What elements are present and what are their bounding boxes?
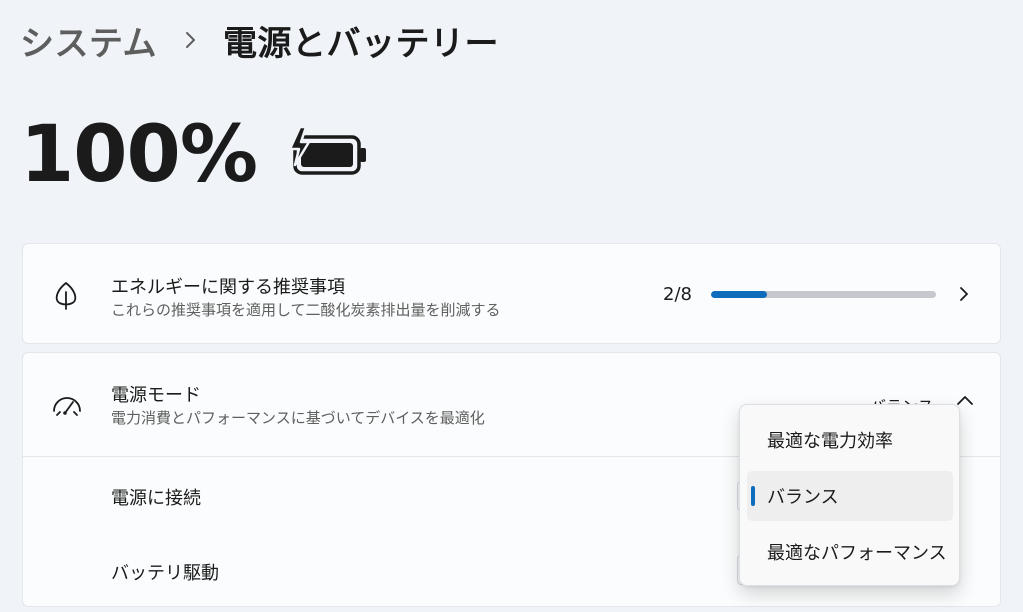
selection-indicator xyxy=(751,486,755,506)
breadcrumb-system-link[interactable]: システム xyxy=(20,16,157,65)
option-best-performance[interactable]: 最適なパフォーマンス xyxy=(747,527,953,577)
battery-status: 100% xyxy=(20,110,369,200)
chevron-right-icon xyxy=(185,31,197,49)
option-label: バランス xyxy=(767,487,839,508)
option-balanced[interactable]: バランス xyxy=(747,471,953,521)
page-title: 電源とバッテリー xyxy=(222,23,499,64)
power-mode-flyout-menu: 最適な電力効率 バランス 最適なパフォーマンス xyxy=(739,404,960,586)
option-label: 最適な電力効率 xyxy=(767,431,893,452)
option-best-power-efficiency[interactable]: 最適な電力効率 xyxy=(747,415,953,465)
battery-charging-icon xyxy=(287,125,369,177)
breadcrumb: システム 電源とバッテリー xyxy=(20,14,499,66)
energy-recommendations-card[interactable]: エネルギーに関する推奨事項 これらの推奨事項を適用して二酸化炭素排出量を削減する… xyxy=(22,243,1001,344)
battery-percentage: 100% xyxy=(20,110,258,200)
recommendations-title: エネルギーに関する推奨事項 xyxy=(111,277,345,298)
power-mode-subtitle: 電力消費とパフォーマンスに基づいてデバイスを最適化 xyxy=(111,409,485,427)
settings-page: システム 電源とバッテリー 100% エネルギーに関する推奨事項 これらの推奨事… xyxy=(0,0,1023,612)
gauge-icon xyxy=(51,393,83,419)
on-battery-label: バッテリ駆動 xyxy=(111,563,219,584)
power-mode-title: 電源モード xyxy=(111,385,201,406)
chevron-right-icon[interactable] xyxy=(958,285,970,303)
recommendations-count: 2/8 xyxy=(663,284,692,305)
recommendations-progress-bar xyxy=(711,291,936,298)
option-label: 最適なパフォーマンス xyxy=(767,543,947,564)
plugged-in-label: 電源に接続 xyxy=(111,488,201,509)
recommendations-subtitle: これらの推奨事項を適用して二酸化炭素排出量を削減する xyxy=(111,301,501,319)
recommendations-progress-fill xyxy=(711,291,768,298)
chevron-up-icon[interactable] xyxy=(956,395,974,407)
leaf-icon xyxy=(53,281,79,311)
